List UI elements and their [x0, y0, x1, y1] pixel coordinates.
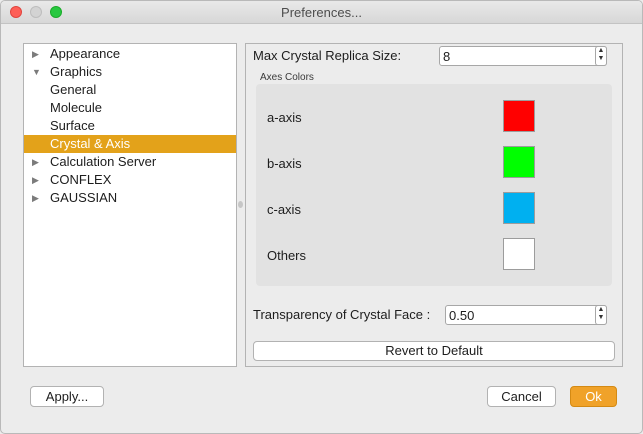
tree-item-label: Graphics: [50, 64, 103, 79]
ok-button[interactable]: Ok: [570, 386, 617, 407]
window-title: Preferences...: [281, 5, 362, 20]
expand-arrow-icon[interactable]: ▶: [32, 171, 39, 189]
tree-item-molecule[interactable]: Molecule: [24, 99, 236, 117]
collapse-arrow-icon[interactable]: ▼: [32, 63, 41, 81]
tree-item-label: Molecule: [50, 100, 103, 115]
stepper-up-icon[interactable]: ▲: [596, 47, 606, 55]
tree-item-general[interactable]: General: [24, 81, 236, 99]
tree-item-calculation-server[interactable]: ▶ Calculation Server: [24, 153, 236, 171]
expand-arrow-icon[interactable]: ▶: [32, 189, 39, 207]
tree-item-label: CONFLEX: [50, 172, 112, 187]
tree-item-label: Crystal & Axis: [50, 136, 131, 151]
a-axis-label: a-axis: [267, 110, 302, 125]
b-axis-label: b-axis: [267, 156, 302, 171]
tree-item-gaussian[interactable]: ▶ GAUSSIAN: [24, 189, 236, 207]
stepper-up-icon[interactable]: ▲: [596, 306, 606, 314]
tree-item-surface[interactable]: Surface: [24, 117, 236, 135]
a-axis-color-swatch[interactable]: [503, 100, 535, 132]
transparency-value[interactable]: 0.50: [449, 308, 474, 323]
crystal-axis-settings-panel: Max Crystal Replica Size: 8 ▲ ▼ Axes Col…: [245, 43, 623, 367]
transparency-stepper[interactable]: 0.50 ▲ ▼: [445, 305, 607, 325]
tree-item-graphics[interactable]: ▼ Graphics: [24, 63, 236, 81]
expand-arrow-icon[interactable]: ▶: [32, 45, 39, 63]
tree-item-label: Appearance: [50, 46, 121, 61]
axes-colors-group: a-axis b-axis c-axis Others: [256, 84, 612, 286]
apply-button[interactable]: Apply...: [30, 386, 104, 407]
stepper-down-icon[interactable]: ▼: [596, 55, 606, 63]
title-bar: Preferences...: [1, 1, 642, 24]
tree-item-appearance[interactable]: ▶ Appearance: [24, 45, 236, 63]
replica-size-stepper-arrows[interactable]: ▲ ▼: [595, 46, 607, 66]
category-tree: ▶ Appearance ▼ Graphics General Molecule…: [23, 43, 237, 367]
cancel-button[interactable]: Cancel: [487, 386, 556, 407]
revert-to-default-button[interactable]: Revert to Default: [253, 341, 615, 361]
c-axis-label: c-axis: [267, 202, 301, 217]
tree-item-label: Calculation Server: [50, 154, 157, 169]
splitter-handle-icon[interactable]: [238, 201, 243, 208]
c-axis-color-swatch[interactable]: [503, 192, 535, 224]
others-color-swatch[interactable]: [503, 238, 535, 270]
replica-size-label: Max Crystal Replica Size:: [253, 48, 402, 63]
tree-item-conflex[interactable]: ▶ CONFLEX: [24, 171, 236, 189]
b-axis-color-swatch[interactable]: [503, 146, 535, 178]
tree-item-label: GAUSSIAN: [50, 190, 118, 205]
stepper-down-icon[interactable]: ▼: [596, 314, 606, 322]
replica-size-value[interactable]: 8: [443, 49, 450, 64]
tree-item-label: Surface: [50, 118, 95, 133]
tree-item-label: General: [50, 82, 97, 97]
others-label: Others: [267, 248, 307, 263]
tree-item-crystal-axis[interactable]: Crystal & Axis: [24, 135, 236, 153]
axes-colors-title: Axes Colors: [260, 72, 314, 83]
preferences-window: Preferences... ▶ Appearance ▼ Graphics G…: [0, 0, 643, 434]
replica-size-stepper[interactable]: 8 ▲ ▼: [439, 46, 607, 66]
transparency-label: Transparency of Crystal Face :: [253, 307, 431, 322]
transparency-stepper-arrows[interactable]: ▲ ▼: [595, 305, 607, 325]
expand-arrow-icon[interactable]: ▶: [32, 153, 39, 171]
